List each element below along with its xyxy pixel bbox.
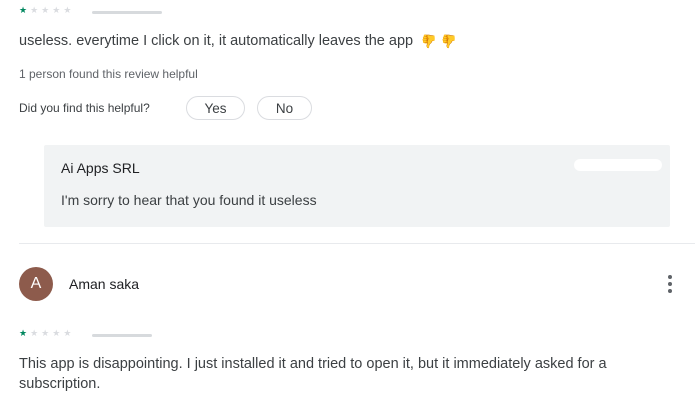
star-icon: ★ xyxy=(41,5,50,15)
thumbs-down-icon: 👍 xyxy=(421,34,438,49)
star-icon: ★ xyxy=(52,5,61,15)
developer-reply: Ai Apps SRL I'm sorry to hear that you f… xyxy=(44,145,670,227)
helpful-count: 1 person found this review helpful xyxy=(19,67,198,81)
star-icon: ★ xyxy=(41,328,50,338)
star-icon: ★ xyxy=(63,5,72,15)
thumbs-down-icon: 👍 xyxy=(441,34,458,49)
star-icon: ★ xyxy=(63,328,72,338)
helpful-yes-button[interactable]: Yes xyxy=(186,96,245,120)
review1-star-rating: ★ ★ ★ ★ ★ xyxy=(19,5,71,15)
developer-reply-date-redacted xyxy=(574,159,662,171)
review2-text: This app is disappointing. I just instal… xyxy=(19,356,607,392)
developer-name: Ai Apps SRL xyxy=(61,160,140,176)
avatar: A xyxy=(19,267,53,301)
review2-author: Aman saka xyxy=(69,276,140,292)
more-vert-icon[interactable] xyxy=(660,272,680,296)
star-icon: ★ xyxy=(52,328,61,338)
review-divider xyxy=(19,243,695,244)
helpful-no-button[interactable]: No xyxy=(257,96,312,120)
helpful-question: Did you find this helpful? xyxy=(19,101,150,115)
review2-date-redacted xyxy=(92,334,152,337)
developer-reply-text: I'm sorry to hear that you found it usel… xyxy=(61,192,317,208)
review1-text-line: useless. everytime I click on it, it aut… xyxy=(19,31,458,51)
review2-star-rating: ★ ★ ★ ★ ★ xyxy=(19,328,71,338)
star-icon: ★ xyxy=(19,5,28,15)
star-icon: ★ xyxy=(19,328,28,338)
review1-text: useless. everytime I click on it, it aut… xyxy=(19,33,414,49)
review1-date-redacted xyxy=(92,11,162,14)
star-icon: ★ xyxy=(30,328,39,338)
star-icon: ★ xyxy=(30,5,39,15)
